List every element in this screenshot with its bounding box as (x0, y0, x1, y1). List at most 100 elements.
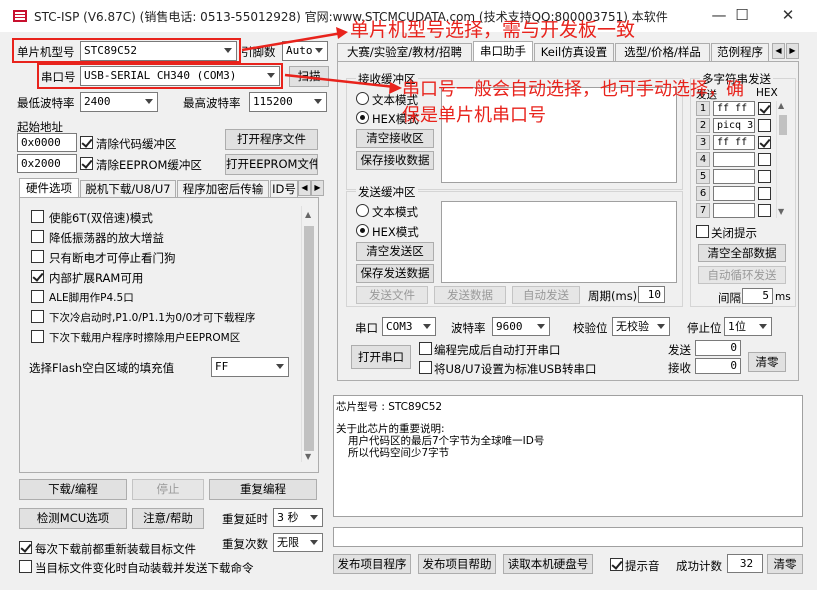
multi-input-4[interactable] (713, 152, 755, 167)
scrollbar-thumb[interactable] (779, 115, 787, 135)
usb-serial-checkbox[interactable] (419, 361, 432, 374)
clear-count-button[interactable]: 清零 (748, 352, 786, 372)
parity-select[interactable]: 无校验 (612, 317, 670, 336)
serial-port-select[interactable]: COM3 (382, 317, 436, 336)
multi-scrollbar[interactable]: ▲ ▼ (776, 101, 788, 218)
tab-hardware-options[interactable]: 硬件选项 (19, 178, 79, 198)
auto-load-checkbox[interactable] (19, 560, 32, 573)
option-checkbox[interactable] (31, 330, 44, 343)
eeprom-address-input[interactable]: 0x2000 (17, 154, 77, 173)
scroll-down-icon[interactable]: ▼ (305, 452, 311, 461)
clear-receive-button[interactable]: 清空接收区 (356, 129, 434, 148)
multi-input-3[interactable]: ff ff (713, 135, 755, 150)
maximize-button[interactable]: ☐ (722, 4, 762, 28)
chip-info-box: 芯片型号 : STC89C52 关于此芯片的重要说明: 用户代码区的最后7个字节… (333, 395, 803, 517)
multi-hex-checkbox-2[interactable] (758, 119, 771, 132)
tab-selection-price[interactable]: 选型/价格/样品 (615, 43, 710, 62)
multi-input-2[interactable]: picq 3 (713, 118, 755, 133)
multi-input-1[interactable]: ff ff (713, 101, 755, 116)
tab-examples[interactable]: 范例程序 (711, 43, 769, 62)
publish-program-button[interactable]: 发布项目程序 (333, 554, 411, 574)
option-checkbox[interactable] (31, 310, 44, 323)
multi-hex-checkbox-3[interactable] (758, 136, 771, 149)
publish-help-button[interactable]: 发布项目帮助 (418, 554, 496, 574)
open-program-button[interactable]: 打开程序文件 (225, 129, 318, 150)
multi-hex-checkbox-7[interactable] (758, 204, 771, 217)
program-address-input[interactable]: 0x0000 (17, 133, 77, 152)
save-send-button[interactable]: 保存发送数据 (356, 264, 434, 283)
scroll-up-icon[interactable]: ▲ (305, 210, 311, 219)
tab-scroll-left-icon[interactable]: ◀ (298, 180, 311, 196)
open-eeprom-button[interactable]: 打开EEPROM文件 (225, 154, 318, 175)
close-tip-checkbox[interactable] (696, 225, 709, 238)
tab-serial-assistant[interactable]: 串口助手 (473, 41, 533, 62)
send-text-mode-radio[interactable] (356, 204, 369, 217)
multi-hex-checkbox-5[interactable] (758, 170, 771, 183)
clear-all-button[interactable]: 清空全部数据 (698, 244, 786, 262)
sound-checkbox[interactable] (610, 558, 623, 571)
right-tab-scroll-right-icon[interactable]: ▶ (786, 43, 799, 59)
download-program-button[interactable]: 下载/编程 (19, 479, 127, 500)
option-checkbox[interactable] (31, 230, 44, 243)
tab-scroll-right-icon[interactable]: ▶ (311, 180, 324, 196)
multi-send-button-3[interactable]: 3 (696, 135, 710, 150)
chevron-down-icon (310, 539, 318, 545)
read-disk-number-button[interactable]: 读取本机硬盘号 (503, 554, 593, 574)
send-file-button[interactable]: 发送文件 (356, 286, 428, 304)
check-mcu-button[interactable]: 检测MCU选项 (19, 508, 127, 529)
send-textarea[interactable] (441, 201, 677, 283)
fill-value-select[interactable]: FF (211, 357, 289, 377)
repeat-program-button[interactable]: 重复编程 (209, 479, 317, 500)
options-scrollbar[interactable]: ▲ ▼ (301, 206, 316, 462)
clear-eeprom-checkbox[interactable] (80, 157, 93, 170)
multi-send-button-6[interactable]: 6 (696, 186, 710, 201)
send-data-button[interactable]: 发送数据 (434, 286, 506, 304)
scroll-down-icon[interactable]: ▼ (778, 207, 784, 216)
tab-encrypted-transfer[interactable]: 程序加密后传输 (177, 180, 269, 198)
multi-input-7[interactable] (713, 203, 755, 218)
option-checkbox[interactable] (31, 250, 44, 263)
interval-input[interactable]: 5 (742, 288, 773, 304)
multi-send-button-4[interactable]: 4 (696, 152, 710, 167)
tab-offline-download[interactable]: 脱机下载/U8/U7 (80, 180, 176, 198)
multi-input-6[interactable] (713, 186, 755, 201)
retry-count-select[interactable]: 无限 (273, 533, 323, 552)
success-clear-button[interactable]: 清零 (767, 554, 803, 574)
tab-keil-settings[interactable]: Keil仿真设置 (534, 43, 614, 62)
clear-send-button[interactable]: 清空发送区 (356, 242, 434, 261)
multi-input-5[interactable] (713, 169, 755, 184)
option-label: 只有断电才可停止看门狗 (49, 251, 176, 265)
scroll-up-icon[interactable]: ▲ (778, 101, 784, 110)
option-checkbox[interactable] (31, 210, 44, 223)
multi-send-button-7[interactable]: 7 (696, 203, 710, 218)
send-hex-mode-radio[interactable] (356, 224, 369, 237)
multi-send-button-5[interactable]: 5 (696, 169, 710, 184)
auto-send-button[interactable]: 自动发送 (512, 286, 580, 304)
multi-hex-checkbox-6[interactable] (758, 187, 771, 200)
option-checkbox[interactable] (31, 270, 44, 283)
chip-info-line-1: 芯片型号 : STC89C52 (336, 401, 443, 413)
scrollbar-thumb[interactable] (304, 226, 314, 451)
right-tab-scroll-left-icon[interactable]: ◀ (772, 43, 785, 59)
option-checkbox[interactable] (31, 290, 44, 303)
period-input[interactable]: 10 (638, 286, 665, 303)
clear-code-checkbox[interactable] (80, 136, 93, 149)
retry-delay-select[interactable]: 3 秒 (273, 508, 323, 527)
tab-id-number[interactable]: ID号 (270, 180, 298, 198)
open-serial-port-button[interactable]: 打开串口 (351, 345, 411, 369)
reload-before-download-checkbox[interactable] (19, 541, 32, 554)
recv-hex-mode-radio[interactable] (356, 111, 369, 124)
multi-hex-checkbox-1[interactable] (758, 102, 771, 115)
min-baud-select[interactable]: 2400 (80, 92, 158, 112)
help-button[interactable]: 注意/帮助 (132, 508, 204, 529)
stop-button[interactable]: 停止 (132, 479, 204, 500)
multi-hex-checkbox-4[interactable] (758, 153, 771, 166)
baud-rate-select[interactable]: 9600 (492, 317, 550, 336)
auto-open-port-checkbox[interactable] (419, 342, 432, 355)
save-receive-button[interactable]: 保存接收数据 (356, 151, 434, 170)
close-button[interactable]: ✕ (768, 4, 808, 28)
stop-bits-select[interactable]: 1位 (724, 317, 772, 336)
multi-send-button-2[interactable]: 2 (696, 118, 710, 133)
multi-send-button-1[interactable]: 1 (696, 101, 710, 116)
auto-loop-send-button[interactable]: 自动循环发送 (698, 266, 786, 284)
